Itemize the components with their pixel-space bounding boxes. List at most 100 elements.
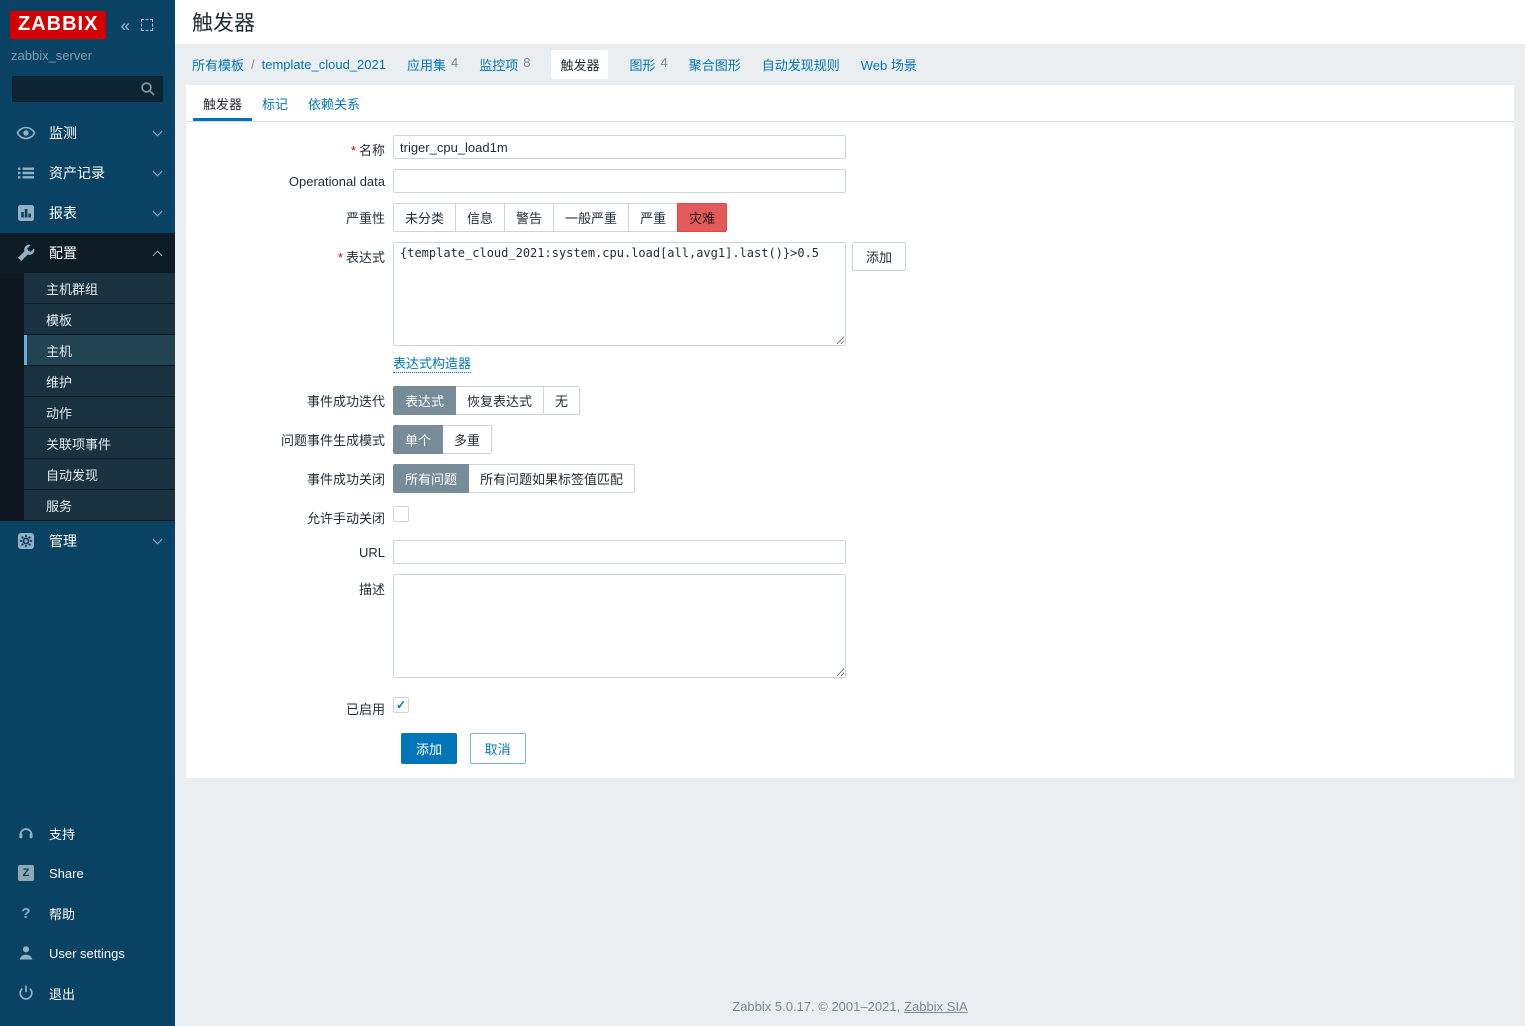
form-row-severity: 严重性 未分类 信息 警告 一般严重 严重 灾难 [186, 203, 1514, 232]
zabbix-logo[interactable]: ZABBIX [10, 11, 106, 39]
gear-icon [16, 531, 36, 551]
sidebar-item-label: 管理 [49, 531, 154, 551]
sidebar-bottom-nav: 支持 Z Share ? 帮助 User settings 退出 [0, 813, 175, 1026]
tab-tags[interactable]: 标记 [252, 85, 298, 121]
sidebar-item-share[interactable]: Z Share [0, 853, 175, 893]
breadcrumb-link-applications[interactable]: 应用集 4 [407, 55, 458, 74]
sidebar-item-inventory[interactable]: 资产记录 [0, 153, 175, 193]
sidebar-subitem-host-groups[interactable]: 主机群组 [24, 273, 175, 304]
severity-label: 严重性 [186, 203, 393, 227]
form-row-problem-event-mode: 问题事件生成模式 单个 多重 [186, 425, 1514, 454]
operational-data-label: Operational data [186, 169, 393, 189]
form-row-ok-event-closes: 事件成功关闭 所有问题 所有问题如果标签值匹配 [186, 464, 1514, 493]
sidebar-item-sign-out[interactable]: 退出 [0, 973, 175, 1013]
breadcrumb-link-items[interactable]: 监控项 8 [479, 55, 530, 74]
sidebar-item-label: Share [49, 866, 161, 881]
sidebar-item-administration[interactable]: 管理 [0, 521, 175, 561]
chevron-up-icon [153, 250, 163, 260]
severity-warning[interactable]: 警告 [504, 203, 554, 232]
breadcrumb-link-all-templates[interactable]: 所有模板 [192, 55, 244, 74]
sidebar-item-monitoring[interactable]: 监测 [0, 113, 175, 153]
ok-closes-all-problems-if-tags-match[interactable]: 所有问题如果标签值匹配 [468, 464, 635, 493]
ok-event-recovery-expression[interactable]: 恢复表达式 [455, 386, 544, 415]
form-row-name: *名称 [186, 135, 1514, 159]
breadcrumb-link-discovery-rules[interactable]: 自动发现规则 [762, 55, 840, 74]
severity-segmented-control: 未分类 信息 警告 一般严重 严重 灾难 [393, 203, 727, 232]
sidebar-item-label: 报表 [49, 203, 154, 223]
url-input[interactable] [393, 540, 846, 564]
sidebar-subitem-actions[interactable]: 动作 [24, 397, 175, 428]
severity-not-classified[interactable]: 未分类 [393, 203, 456, 232]
form-row-ok-event-generation: 事件成功迭代 表达式 恢复表达式 无 [186, 386, 1514, 415]
breadcrumb-link-template[interactable]: template_cloud_2021 [262, 57, 386, 72]
sidebar-subitem-templates[interactable]: 模板 [24, 304, 175, 335]
sidebar-item-configuration[interactable]: 配置 [0, 233, 175, 273]
add-button[interactable]: 添加 [401, 733, 457, 764]
ok-event-generation-segmented-control: 表达式 恢复表达式 无 [393, 386, 580, 415]
page-footer: Zabbix 5.0.17. © 2001–2021, Zabbix SIA [175, 989, 1525, 1026]
problem-event-mode-segmented-control: 单个 多重 [393, 425, 492, 454]
manual-close-label: 允许手动关闭 [186, 503, 393, 527]
manual-close-checkbox[interactable] [393, 506, 409, 522]
form-row-operational-data: Operational data [186, 169, 1514, 193]
sidebar-item-help[interactable]: ? 帮助 [0, 893, 175, 933]
eye-icon [16, 123, 36, 143]
form-row-description: 描述 [186, 574, 1514, 678]
search-icon[interactable] [140, 81, 156, 100]
sidebar-subitem-maintenance[interactable]: 维护 [24, 366, 175, 397]
ok-closes-all-problems[interactable]: 所有问题 [393, 464, 469, 493]
expression-label: *表达式 [186, 242, 393, 266]
footer-link-zabbix-sia[interactable]: Zabbix SIA [904, 999, 968, 1014]
enabled-label: 已启用 [186, 694, 393, 718]
severity-high[interactable]: 严重 [628, 203, 678, 232]
cancel-button[interactable]: 取消 [470, 733, 526, 764]
severity-average[interactable]: 一般严重 [553, 203, 629, 232]
required-mark: * [338, 250, 343, 265]
expression-textarea[interactable] [393, 242, 846, 346]
sidebar-subitem-hosts[interactable]: 主机 [24, 335, 175, 366]
form-row-expression: *表达式 添加 表达式构造器 [186, 242, 1514, 373]
graphs-count: 4 [661, 55, 668, 74]
sidebar-item-support[interactable]: 支持 [0, 813, 175, 853]
breadcrumb-link-web[interactable]: Web 场景 [861, 55, 917, 74]
name-input[interactable] [393, 135, 846, 159]
wrench-icon [16, 243, 36, 263]
sidebar-subitem-event-correlation[interactable]: 关联项事件 [24, 428, 175, 459]
sidebar-spacer [0, 561, 175, 813]
sidebar-item-reports[interactable]: 报表 [0, 193, 175, 233]
description-textarea[interactable] [393, 574, 846, 678]
breadcrumb-link-screens[interactable]: 聚合图形 [689, 55, 741, 74]
sidebar-subitem-discovery[interactable]: 自动发现 [24, 459, 175, 490]
collapse-sidebar-icon[interactable]: « [120, 17, 129, 34]
form-actions: 添加 取消 [186, 733, 1514, 764]
tab-triggers[interactable]: 触发器 [193, 85, 252, 121]
tab-dependencies[interactable]: 依赖关系 [298, 85, 370, 121]
expression-add-button[interactable]: 添加 [852, 242, 906, 271]
breadcrumb-link-graphs[interactable]: 图形 4 [629, 55, 667, 74]
ok-event-expression[interactable]: 表达式 [393, 386, 456, 415]
expression-controls: 添加 表达式构造器 [393, 242, 906, 373]
sidebar-subitem-services[interactable]: 服务 [24, 490, 175, 521]
form-row-url: URL [186, 540, 1514, 564]
sidebar-item-user-settings[interactable]: User settings [0, 933, 175, 973]
footer-text: Zabbix 5.0.17. © 2001–2021, [732, 999, 900, 1014]
expand-fullscreen-icon[interactable] [141, 19, 153, 31]
sidebar-item-label: 退出 [49, 984, 161, 1003]
breadcrumb-current-triggers: 触发器 [551, 50, 608, 79]
problem-mode-single[interactable]: 单个 [393, 425, 443, 454]
server-name: zabbix_server [0, 39, 175, 76]
severity-information[interactable]: 信息 [455, 203, 505, 232]
sidebar: ZABBIX « zabbix_server 监测 资产记录 [0, 0, 175, 1026]
enabled-checkbox[interactable]: ✓ [393, 697, 409, 713]
form-row-manual-close: 允许手动关闭 [186, 503, 1514, 527]
sidebar-item-label: 支持 [49, 824, 161, 843]
problem-mode-multiple[interactable]: 多重 [442, 425, 492, 454]
sidebar-item-label: 监测 [49, 123, 154, 143]
severity-disaster[interactable]: 灾难 [677, 203, 727, 232]
page-header: 触发器 [175, 0, 1525, 44]
operational-data-input[interactable] [393, 169, 846, 193]
expression-constructor-link[interactable]: 表达式构造器 [393, 353, 471, 373]
main-content: 触发器 所有模板 / template_cloud_2021 应用集 4 监控项… [175, 0, 1525, 1026]
ok-event-none[interactable]: 无 [543, 386, 580, 415]
page-title: 触发器 [192, 7, 255, 37]
